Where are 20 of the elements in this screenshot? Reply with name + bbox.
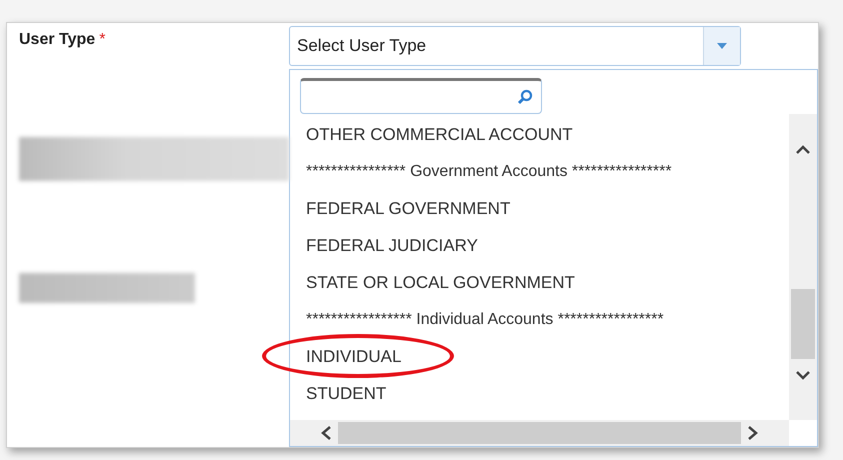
dropdown-option[interactable]: OTHER COMMERCIAL ACCOUNT: [290, 116, 581, 153]
user-type-dropdown[interactable]: Select User Type: [289, 26, 741, 66]
dropdown-option[interactable]: STATE OR LOCAL GOVERNMENT: [290, 264, 583, 301]
scroll-right-icon[interactable]: [747, 425, 759, 441]
scroll-left-icon[interactable]: [320, 425, 332, 441]
group-header: ***************** Individual Accounts *****************: [305, 310, 665, 330]
search-field[interactable]: [300, 78, 542, 114]
field-label: User Type: [19, 31, 96, 48]
scrollbar-thumb[interactable]: [338, 422, 741, 444]
dropdown-option[interactable]: STUDENT: [290, 374, 394, 412]
search-icon: [517, 88, 533, 105]
dropdown-option[interactable]: INDIVIDUAL: [290, 338, 410, 375]
required-mark: *: [99, 31, 106, 48]
dropdown-option[interactable]: FEDERAL GOVERNMENT: [290, 190, 518, 227]
group-header: **************** Government Accounts ****************: [305, 162, 673, 182]
scroll-up-icon[interactable]: [795, 144, 811, 154]
dropdown-option[interactable]: FEDERAL JUDICIARY: [290, 226, 486, 264]
caret-icon: [717, 42, 727, 49]
scroll-down-icon[interactable]: [795, 370, 811, 381]
scrollbar-thumb[interactable]: [791, 288, 815, 359]
